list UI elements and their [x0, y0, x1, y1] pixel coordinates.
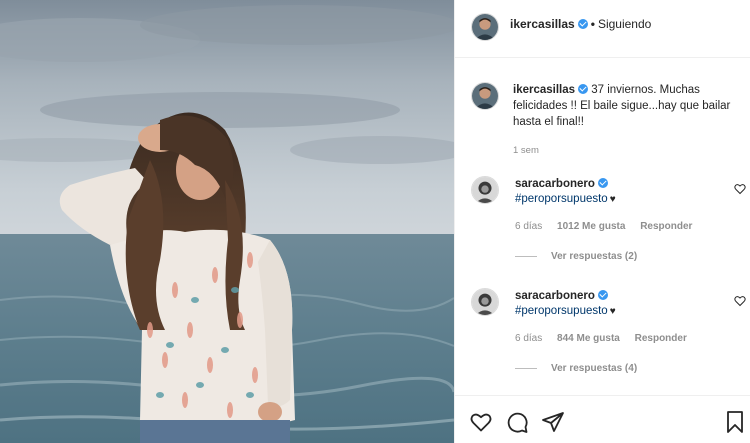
view-replies-label: Ver respuestas (2) [551, 251, 638, 262]
comment-timestamp[interactable]: 6 días [515, 333, 542, 344]
commenter-avatar[interactable] [471, 176, 499, 204]
commenter-username-link[interactable]: saracarbonero [515, 290, 595, 302]
replies-divider-line [515, 367, 537, 369]
caption-author-avatar[interactable] [471, 82, 499, 110]
replies-divider-line [515, 255, 537, 257]
black-heart-emoji: ♥ [609, 194, 616, 205]
post-header: ikercasillas • Siguiendo [455, 0, 750, 58]
view-replies-button[interactable]: Ver respuestas (4) [515, 363, 637, 374]
paper-plane-icon[interactable] [541, 410, 565, 434]
comment-item: saracarbonero #peroporsupuesto ♥ 6 días 8… [471, 288, 746, 388]
hashtag-link[interactable]: #peroporsupuesto [515, 193, 608, 205]
view-replies-label: Ver respuestas (4) [551, 363, 638, 374]
comment-item: saracarbonero #peroporsupuesto ♥ 6 días 1… [471, 176, 746, 276]
verified-badge-icon [597, 177, 608, 188]
comment-username-line: saracarbonero [515, 289, 608, 302]
post-photo[interactable] [0, 0, 454, 443]
verified-badge-icon [597, 289, 608, 300]
comment-text: #peroporsupuesto ♥ [515, 193, 616, 205]
verified-badge-icon [577, 18, 588, 29]
comment-timestamp[interactable]: 6 días [515, 221, 542, 232]
comment-icon[interactable] [505, 410, 529, 434]
caption-username-link[interactable]: ikercasillas [513, 84, 575, 96]
author-avatar[interactable] [471, 13, 499, 41]
author-username-link[interactable]: ikercasillas [510, 17, 575, 31]
header-username-line: ikercasillas • Siguiendo [510, 17, 651, 31]
post-action-bar [455, 395, 750, 443]
bookmark-icon[interactable] [723, 410, 747, 434]
reply-button[interactable]: Responder [635, 333, 687, 344]
verified-badge-icon [578, 83, 589, 94]
comment-text: #peroporsupuesto ♥ [515, 305, 616, 317]
commenter-avatar[interactable] [471, 288, 499, 316]
comment-username-line: saracarbonero [515, 177, 608, 190]
black-heart-emoji: ♥ [609, 306, 616, 317]
caption-text-block: ikercasillas 37 inviernos. Muchas felici… [513, 82, 733, 130]
like-heart-icon[interactable] [469, 410, 493, 434]
man-portrait-icon [472, 14, 498, 40]
post-detail-panel: ikercasillas • Siguiendo ikercasillas 37 i… [454, 0, 750, 443]
comment-likes-link[interactable]: 1012 Me gusta [557, 221, 625, 232]
commenter-username-link[interactable]: saracarbonero [515, 178, 595, 190]
following-button[interactable]: Siguiendo [598, 17, 651, 31]
comment-heart-icon[interactable] [734, 295, 746, 307]
comment-meta: 6 días 844 Me gusta Responder [515, 333, 699, 344]
beach-photo-illustration [0, 0, 454, 443]
comment-meta: 6 días 1012 Me gusta Responder [515, 221, 704, 232]
woman-portrait-icon [472, 289, 498, 315]
comments-section[interactable]: ikercasillas 37 inviernos. Muchas felici… [455, 59, 750, 394]
woman-portrait-icon [472, 177, 498, 203]
hashtag-link[interactable]: #peroporsupuesto [515, 305, 608, 317]
caption-timestamp[interactable]: 1 sem [513, 145, 539, 156]
comment-heart-icon[interactable] [734, 183, 746, 195]
comment-likes-link[interactable]: 844 Me gusta [557, 333, 620, 344]
separator-dot: • [590, 17, 595, 31]
view-replies-button[interactable]: Ver respuestas (2) [515, 251, 637, 262]
reply-button[interactable]: Responder [640, 221, 692, 232]
man-portrait-icon [472, 83, 498, 109]
